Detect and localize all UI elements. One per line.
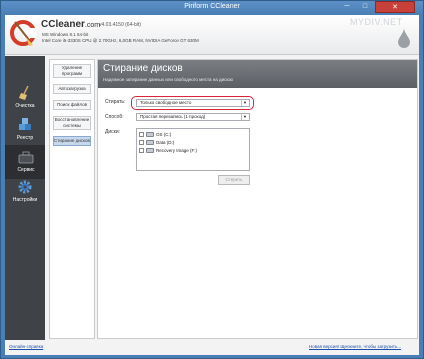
disk-checkbox[interactable] xyxy=(139,132,144,137)
nav-item-label: Реестр xyxy=(16,135,34,141)
panel-header: Стирание дисков Надежное затирание данны… xyxy=(98,60,417,88)
disk-name: Data (D:) xyxy=(156,140,175,145)
disk-name: Recovery Image (F:) xyxy=(156,148,198,153)
disk-name: OS (C:) xyxy=(156,132,172,137)
subnav-item-file-finder[interactable]: Поиск файлов xyxy=(53,100,91,110)
subnav-item-drive-wiper[interactable]: Стирание дисков xyxy=(53,136,91,146)
gear-icon xyxy=(18,180,32,194)
app-version: v4.03.4150 (64-bit) xyxy=(99,22,141,28)
hard-drive-icon xyxy=(146,148,154,153)
broom-icon xyxy=(19,85,29,100)
chevron-down-icon: ▼ xyxy=(241,114,248,120)
disk-checkbox[interactable] xyxy=(139,140,144,145)
nav-item-label: Очистка xyxy=(15,103,35,109)
method-label: Способ: xyxy=(105,114,124,120)
watermark: MYDIV.NET xyxy=(350,17,403,27)
droplet-icon xyxy=(398,28,410,48)
nav-item-cleaner[interactable]: Очистка xyxy=(5,81,45,115)
ccleaner-logo-icon xyxy=(10,20,36,46)
highlight-annotation xyxy=(131,96,254,110)
nav-item-registry[interactable]: Реестр xyxy=(5,113,45,147)
list-item[interactable]: Data (D:) xyxy=(139,139,247,146)
list-item[interactable]: OS (C:) xyxy=(139,131,247,138)
nav-item-label: Настройки xyxy=(12,197,38,203)
disk-list: OS (C:) Data (D:) Recovery Image (F:) xyxy=(136,128,250,171)
app-header: CCleaner.com v4.03.4150 (64-bit) MS Wind… xyxy=(5,15,419,55)
nav-item-options[interactable]: Настройки xyxy=(5,175,45,209)
nav-item-label: Сервис xyxy=(17,167,35,173)
maximize-button[interactable]: □ xyxy=(357,1,373,13)
disk-checkbox[interactable] xyxy=(139,148,144,153)
hardware-info: Intel Core i5-3330S CPU @ 2.70GHz, 6,0GB… xyxy=(42,38,199,43)
registry-cubes-icon xyxy=(19,118,31,130)
panel-subtitle: Надежное затирание данных или свободного… xyxy=(103,77,234,82)
wipe-button[interactable]: Стереть xyxy=(218,175,250,185)
toolbox-icon xyxy=(18,151,34,164)
update-link[interactable]: Новая версия! Щелкните, чтобы загрузить.… xyxy=(309,344,401,349)
app-window: Piriform CCleaner ─ □ ✕ CCleaner.com v4.… xyxy=(0,0,424,359)
nav-item-tools[interactable]: Сервис xyxy=(5,145,45,179)
close-button[interactable]: ✕ xyxy=(375,1,415,13)
title-bar[interactable]: Piriform CCleaner ─ □ ✕ xyxy=(1,1,423,15)
hard-drive-icon xyxy=(146,140,154,145)
method-select[interactable]: Простая перезапись (1 проход) ▼ xyxy=(136,113,250,121)
client-area: CCleaner.com v4.03.4150 (64-bit) MS Wind… xyxy=(5,15,419,355)
panel-title: Стирание дисков xyxy=(103,63,183,74)
os-info: MS Windows 8.1 64-bit xyxy=(42,32,89,37)
method-select-value: Простая перезапись (1 проход) xyxy=(140,114,206,119)
status-footer: Онлайн-справка Новая версия! Щелкните, ч… xyxy=(5,341,419,355)
app-name: CCleaner.com xyxy=(41,19,101,30)
main-nav: Очистка Реестр Сервис Настройки xyxy=(5,56,45,340)
disks-label: Диски: xyxy=(105,129,121,135)
wipe-label: Стирать: xyxy=(105,99,126,105)
list-item[interactable]: Recovery Image (F:) xyxy=(139,147,247,154)
hard-drive-icon xyxy=(146,132,154,137)
online-help-link[interactable]: Онлайн-справка xyxy=(9,344,43,349)
subnav-item-uninstall[interactable]: Удаление программ xyxy=(53,64,91,78)
tools-subnav: Удаление программ Автозагрузка Поиск фай… xyxy=(49,59,95,339)
subnav-item-startup[interactable]: Автозагрузка xyxy=(53,84,91,94)
minimize-button[interactable]: ─ xyxy=(339,1,355,13)
subnav-item-system-restore[interactable]: Восстановление системы xyxy=(53,116,91,130)
